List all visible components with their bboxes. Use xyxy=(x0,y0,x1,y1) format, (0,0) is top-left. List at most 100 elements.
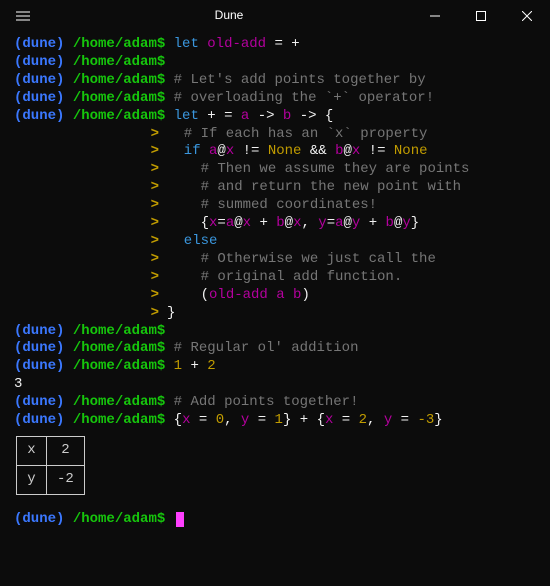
space xyxy=(285,287,293,303)
continuation-line: >} xyxy=(14,305,536,323)
prompt-sigil: $ xyxy=(157,323,165,339)
space xyxy=(268,287,276,303)
comment: # Add points together! xyxy=(174,394,359,410)
prompt-name: (dune) xyxy=(14,340,64,356)
prompt-path: /home/adam xyxy=(73,394,157,410)
literal-number: 2 xyxy=(359,412,367,428)
prompt-name: (dune) xyxy=(14,54,64,70)
op-plus: + xyxy=(207,108,215,124)
op-neq: != xyxy=(234,143,268,159)
paren: ) xyxy=(301,287,309,303)
prompt-path: /home/adam xyxy=(73,90,157,106)
minimize-button[interactable] xyxy=(412,0,458,32)
comment: # original add function. xyxy=(167,269,402,285)
prompt-line: (dune) /home/adam$ {x = 0, y = 1} + {x =… xyxy=(14,412,536,430)
brace: } xyxy=(411,215,419,231)
op-at: @ xyxy=(343,143,351,159)
continuation-marker: > xyxy=(14,269,167,287)
cursor xyxy=(176,512,184,527)
op-plus: + xyxy=(251,215,276,231)
literal-number: 1 xyxy=(174,358,182,374)
kw-else: else xyxy=(167,233,217,249)
kw-if: if xyxy=(167,143,209,159)
prompt-name: (dune) xyxy=(14,412,64,428)
op-plus: + xyxy=(360,215,385,231)
op-eq: = xyxy=(190,412,215,428)
ident: a xyxy=(276,287,284,303)
prompt-sigil: $ xyxy=(157,394,165,410)
prompt-sigil: $ xyxy=(157,54,165,70)
continuation-marker: > xyxy=(14,251,167,269)
prompt-path: /home/adam xyxy=(73,323,157,339)
op-eq: = xyxy=(249,412,274,428)
literal-none: None xyxy=(268,143,302,159)
op-neq: != xyxy=(360,143,394,159)
prompt-line: (dune) /home/adam$ xyxy=(14,54,536,72)
prompt-sigil: $ xyxy=(157,358,165,374)
prompt-name: (dune) xyxy=(14,394,64,410)
continuation-line: > # summed coordinates! xyxy=(14,197,536,215)
continuation-line: > # and return the new point with xyxy=(14,179,536,197)
prompt-sigil: $ xyxy=(157,108,165,124)
op-eq: = xyxy=(392,412,417,428)
prompt-path: /home/adam xyxy=(73,340,157,356)
ident: b xyxy=(276,215,284,231)
comment: # Let's add points together by xyxy=(174,72,426,88)
brace: } xyxy=(434,412,442,428)
comment: # summed coordinates! xyxy=(167,197,377,213)
table-cell-key: y xyxy=(17,465,47,494)
op-eq: = xyxy=(216,108,241,124)
comma: , xyxy=(367,412,384,428)
prompt-name: (dune) xyxy=(14,323,64,339)
prompt-sigil: $ xyxy=(157,72,165,88)
op-eq: = xyxy=(266,36,291,52)
ident: y xyxy=(318,215,326,231)
prompt-path: /home/adam xyxy=(73,358,157,374)
comment: # overloading the `+` operator! xyxy=(174,90,434,106)
op-and: && xyxy=(301,143,335,159)
table-row: y -2 xyxy=(17,465,85,494)
prompt-sigil: $ xyxy=(157,90,165,106)
op-at: @ xyxy=(234,215,242,231)
prompt-name: (dune) xyxy=(14,72,64,88)
prompt-line: (dune) /home/adam$ # Regular ol' additio… xyxy=(14,340,536,358)
prompt-line: (dune) /home/adam$ xyxy=(14,323,536,341)
comment: # Then we assume they are points xyxy=(167,161,469,177)
terminal[interactable]: (dune) /home/adam$ let old-add = + (dune… xyxy=(0,32,550,543)
prompt-line: (dune) /home/adam$ 1 + 2 xyxy=(14,358,536,376)
ident: old-add xyxy=(207,36,266,52)
comma: , xyxy=(301,215,318,231)
brace: { xyxy=(317,412,325,428)
prompt-sigil: $ xyxy=(157,36,165,52)
continuation-marker: > xyxy=(14,143,167,161)
close-button[interactable] xyxy=(504,0,550,32)
literal-number: -3 xyxy=(417,412,434,428)
prompt-line: (dune) /home/adam$ let + = a -> b -> { xyxy=(14,108,536,126)
window-controls xyxy=(412,0,550,32)
prompt-name: (dune) xyxy=(14,358,64,374)
comma: , xyxy=(224,412,241,428)
prompt-path: /home/adam xyxy=(73,412,157,428)
op-at: @ xyxy=(285,215,293,231)
maximize-button[interactable] xyxy=(458,0,504,32)
op-plus: + xyxy=(182,358,207,374)
kw-let: let xyxy=(174,108,208,124)
ident: b xyxy=(386,215,394,231)
brace: } xyxy=(167,305,175,321)
ident: y xyxy=(402,215,410,231)
ident: x xyxy=(243,215,251,231)
continuation-marker: > xyxy=(14,179,167,197)
result-table: x 2 y -2 xyxy=(16,436,85,495)
prompt-line-active[interactable]: (dune) /home/adam$ xyxy=(14,511,536,529)
kw-let: let xyxy=(174,36,208,52)
prompt-path: /home/adam xyxy=(73,108,157,124)
op-eq: = xyxy=(327,215,335,231)
op-arrow: -> xyxy=(291,108,325,124)
continuation-marker: > xyxy=(14,305,167,323)
menu-button[interactable] xyxy=(0,11,46,21)
prompt-name: (dune) xyxy=(14,90,64,106)
continuation-line: > {x=a@x + b@x, y=a@y + b@y} xyxy=(14,215,536,233)
prompt-path: /home/adam xyxy=(73,72,157,88)
table-row: x 2 xyxy=(17,436,85,465)
prompt-sigil: $ xyxy=(157,412,165,428)
